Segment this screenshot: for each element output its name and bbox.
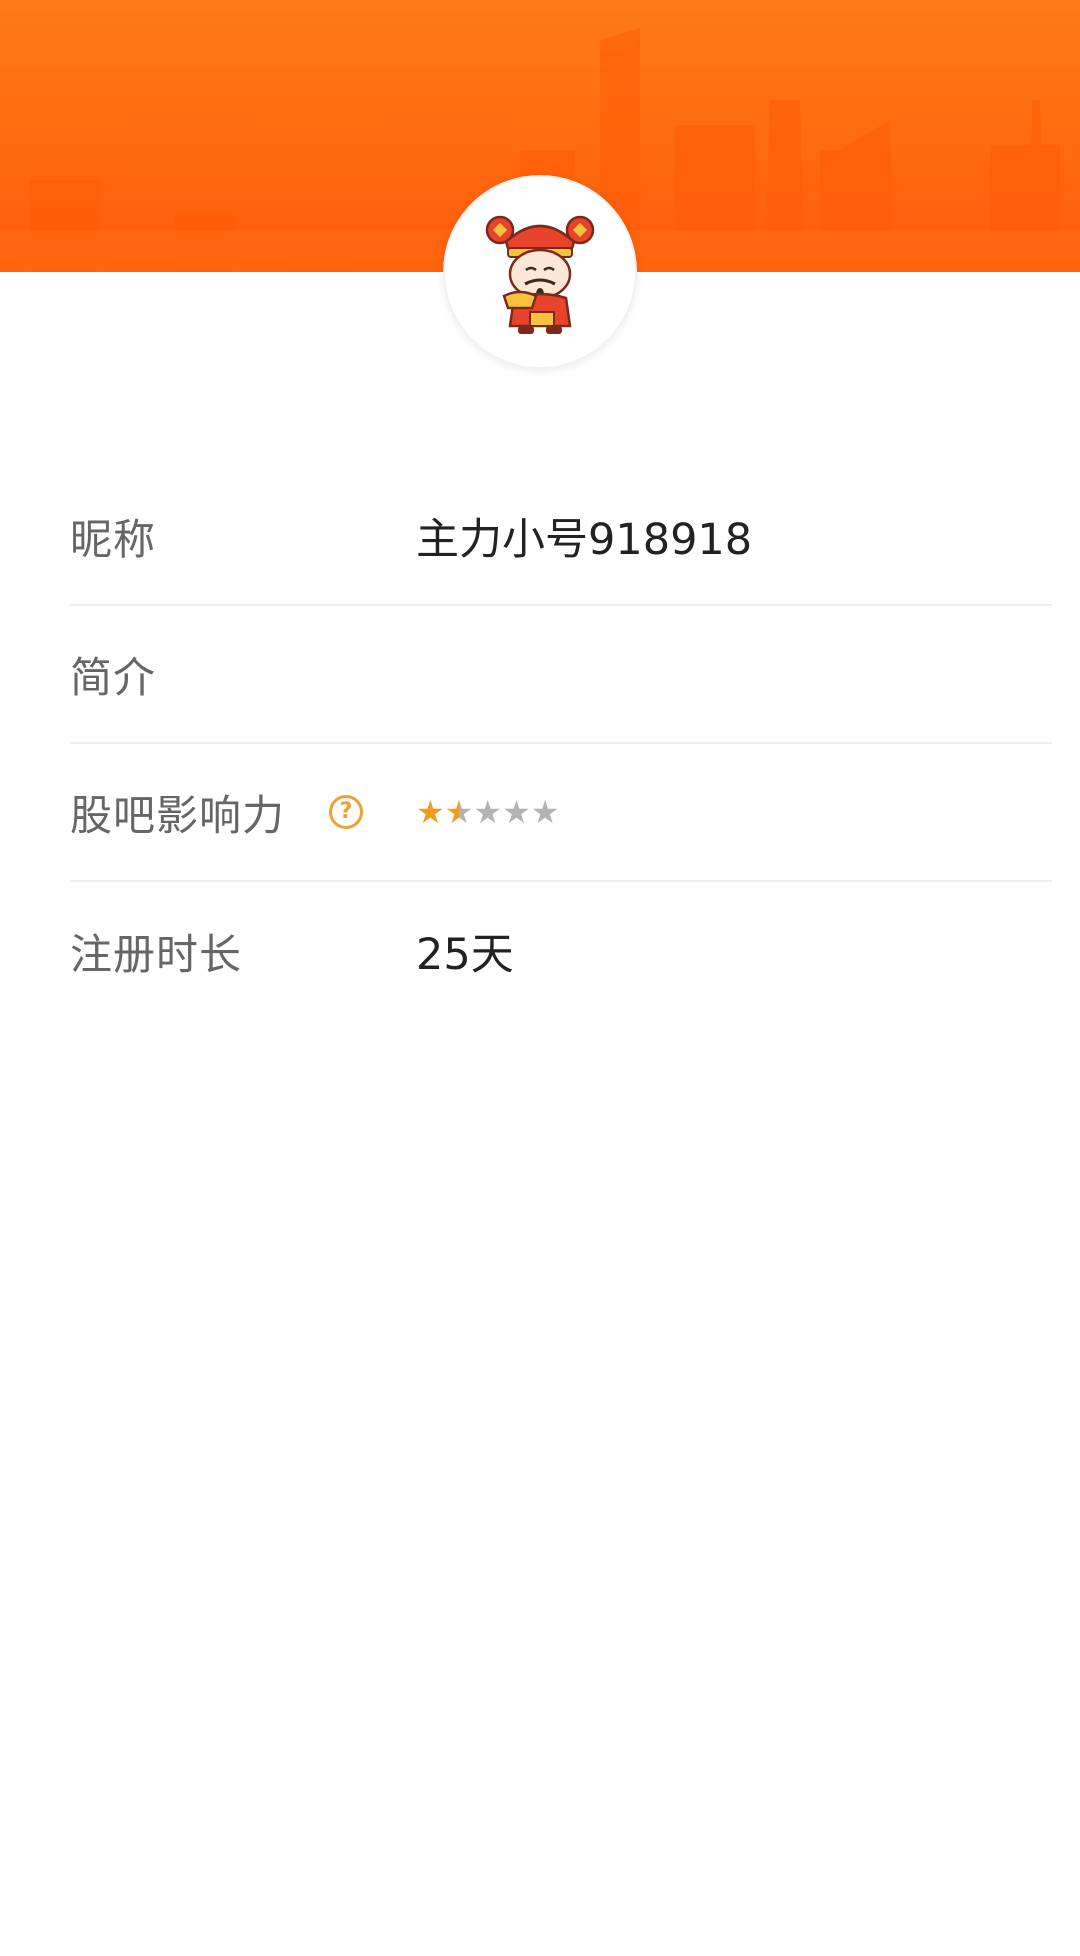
avatar[interactable]	[443, 175, 637, 369]
bio-label: 简介	[70, 652, 157, 702]
influence-label: 股吧影响力	[70, 790, 286, 840]
caishen-avatar-icon	[485, 215, 595, 334]
profile-page: 昵称 主力小号918918 简介 股吧影响力 ? ★ ★ ★ ★ ★ 注册时长 …	[0, 0, 1080, 1956]
star-half-icon: ★	[444, 793, 474, 831]
registration-duration-value: 25天	[416, 930, 514, 980]
star-icon: ★	[530, 793, 560, 831]
registration-duration-row: 注册时长 25天	[70, 882, 1052, 1020]
registration-duration-label: 注册时长	[70, 929, 243, 979]
profile-info-list: 昵称 主力小号918918 简介 股吧影响力 ? ★ ★ ★ ★ ★ 注册时长 …	[70, 468, 1052, 1020]
bio-row[interactable]: 简介	[70, 606, 1052, 744]
star-icon: ★	[502, 793, 531, 831]
influence-rating: ★ ★ ★ ★ ★	[416, 796, 559, 828]
star-icon: ★	[473, 793, 503, 831]
star-icon: ★	[416, 793, 445, 831]
influence-row: 股吧影响力 ? ★ ★ ★ ★ ★	[70, 744, 1052, 882]
nickname-value: 主力小号918918	[416, 515, 753, 565]
nickname-label: 昵称	[70, 514, 157, 564]
question-circle-icon[interactable]: ?	[329, 795, 363, 829]
nickname-row[interactable]: 昵称 主力小号918918	[70, 468, 1052, 606]
